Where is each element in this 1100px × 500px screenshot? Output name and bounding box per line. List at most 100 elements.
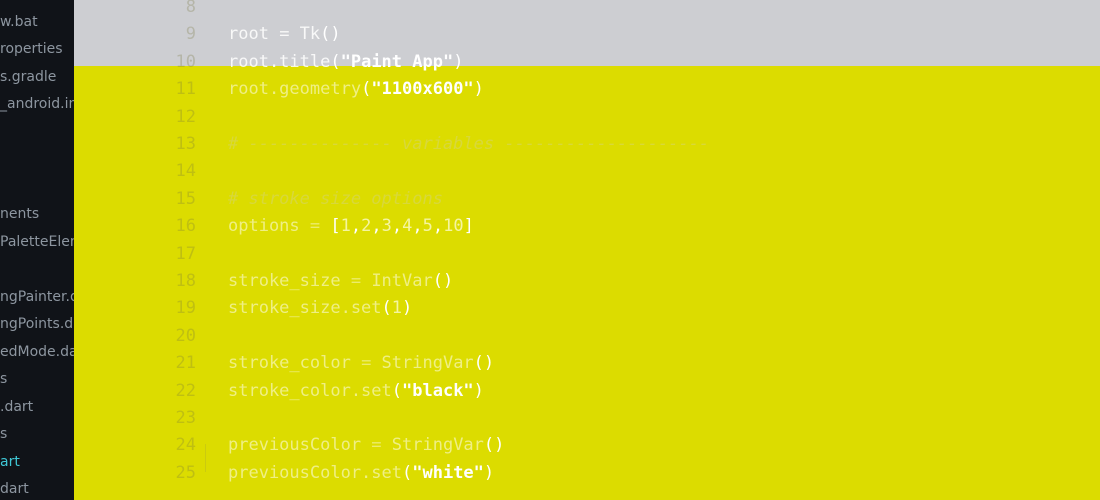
line-number: 25 xyxy=(175,463,196,483)
code-identifier: StringVar xyxy=(381,353,474,373)
sidebar-file-item[interactable]: edMode.dart xyxy=(0,341,74,363)
code-line[interactable]: stroke_color.set("black") xyxy=(228,378,484,405)
code-identifier: root.title xyxy=(228,52,331,72)
line-number: 13 xyxy=(175,134,196,154)
code-line[interactable]: stroke_size = IntVar() xyxy=(228,268,453,295)
line-number: 17 xyxy=(175,244,196,264)
code-operator: = xyxy=(361,435,392,455)
sidebar-file-item[interactable]: w.bat xyxy=(0,11,38,33)
code-punctuation: ( xyxy=(402,463,413,483)
code-line[interactable]: options = [1,2,3,4,5,10] xyxy=(228,213,474,240)
sidebar-file-item[interactable]: roperties xyxy=(0,38,63,60)
line-number: 24 xyxy=(175,435,196,455)
code-punctuation: ) xyxy=(483,463,495,483)
code-punctuation: () xyxy=(432,271,454,291)
file-explorer-sidebar[interactable]: w.bat roperties s.gradle _android.imlnents P… xyxy=(0,0,74,500)
sidebar-file-item[interactable]: nents xyxy=(0,203,39,225)
sidebar-file-item[interactable]: _android.iml xyxy=(0,93,74,115)
code-punctuation: , xyxy=(391,216,403,236)
sidebar-file-item[interactable]: ngPoints.dart xyxy=(0,313,74,335)
code-line[interactable]: previousColor.set("white") xyxy=(228,460,494,487)
code-punctuation: ] xyxy=(463,216,474,236)
line-number: 20 xyxy=(175,326,196,346)
code-line[interactable]: # -------------- variables -------------… xyxy=(228,131,709,158)
code-identifier: root.geometry xyxy=(228,79,362,99)
code-identifier: stroke_color.set xyxy=(228,381,392,401)
sidebar-file-item[interactable]: dart xyxy=(0,478,29,500)
line-number: 15 xyxy=(175,189,196,209)
line-number: 12 xyxy=(175,107,196,127)
code-punctuation: , xyxy=(432,216,444,236)
indent-guide xyxy=(205,444,206,472)
code-punctuation: , xyxy=(350,216,362,236)
line-number: 21 xyxy=(175,353,196,373)
code-number: 5 xyxy=(422,216,433,236)
line-number: 9 xyxy=(185,24,196,44)
line-number: 16 xyxy=(175,216,196,236)
code-line[interactable]: previousColor = StringVar() xyxy=(228,432,504,459)
code-string: "Paint App" xyxy=(340,52,454,72)
code-punctuation: ( xyxy=(330,52,341,72)
code-identifier: root xyxy=(228,24,269,44)
code-punctuation: ) xyxy=(453,52,464,72)
code-string: "black" xyxy=(402,381,474,401)
code-number: 2 xyxy=(361,216,372,236)
line-number: 23 xyxy=(175,408,196,428)
code-punctuation: ( xyxy=(391,381,403,401)
code-punctuation: ) xyxy=(473,381,484,401)
sidebar-file-item[interactable]: s xyxy=(0,423,7,445)
code-comment: # -------------- variables -------------… xyxy=(228,134,710,154)
code-identifier: StringVar xyxy=(391,435,484,455)
code-operator: = xyxy=(350,353,382,373)
line-number: 22 xyxy=(175,381,196,401)
code-punctuation: () xyxy=(483,435,505,455)
code-identifier: stroke_size xyxy=(228,271,341,291)
line-number: 14 xyxy=(175,161,196,181)
code-number: 1 xyxy=(391,298,403,318)
code-identifier: stroke_size.set xyxy=(228,298,382,318)
code-operator: = xyxy=(268,24,300,44)
code-punctuation: ( xyxy=(381,298,392,318)
code-operator: = xyxy=(340,271,372,291)
line-number: 8 xyxy=(185,0,196,17)
code-line[interactable]: stroke_size.set(1) xyxy=(228,295,412,322)
line-number: 19 xyxy=(175,298,196,318)
code-line[interactable]: root = Tk() xyxy=(228,21,341,48)
code-punctuation: ( xyxy=(361,79,372,99)
sidebar-file-item[interactable]: s.gradle xyxy=(0,66,56,88)
code-line[interactable]: # stroke size options xyxy=(228,186,443,213)
sidebar-file-item[interactable]: art xyxy=(0,451,20,473)
code-punctuation: ) xyxy=(402,298,413,318)
code-string: "white" xyxy=(412,463,484,483)
code-number: 4 xyxy=(402,216,413,236)
code-identifier: previousColor.set xyxy=(228,463,402,483)
code-identifier: Tk xyxy=(299,24,321,44)
line-number: 18 xyxy=(175,271,196,291)
code-string: "1100x600" xyxy=(371,79,474,99)
code-number: 1 xyxy=(340,216,351,236)
code-operator: = xyxy=(299,216,331,236)
sidebar-file-item[interactable]: PaletteElem.dart xyxy=(0,231,74,253)
code-identifier: options xyxy=(228,216,300,236)
code-punctuation: () xyxy=(320,24,341,44)
sidebar-file-item[interactable]: .dart xyxy=(0,396,33,418)
code-identifier: previousColor xyxy=(228,435,362,455)
code-punctuation: , xyxy=(412,216,423,236)
code-comment: # stroke size options xyxy=(228,189,443,209)
sidebar-file-item[interactable]: ngPainter.dart xyxy=(0,286,74,308)
code-line[interactable]: root.geometry("1100x600") xyxy=(228,76,484,103)
code-punctuation: ) xyxy=(473,79,484,99)
line-number: 11 xyxy=(175,79,196,99)
code-line[interactable]: root.title("Paint App") xyxy=(228,49,463,76)
line-number: 10 xyxy=(175,52,196,72)
sidebar-file-item[interactable]: s xyxy=(0,368,7,390)
code-punctuation: () xyxy=(473,353,495,373)
code-number: 3 xyxy=(381,216,392,236)
code-line[interactable]: stroke_color = StringVar() xyxy=(228,350,494,377)
code-editor[interactable]: 8 9 10 11 12 13 14 15 16 17 18 19 20 21 22 23 24 25 root … xyxy=(74,0,1100,500)
code-punctuation: , xyxy=(371,216,382,236)
code-number: 10 xyxy=(443,216,464,236)
code-punctuation: [ xyxy=(330,216,341,236)
ide-window: w.bat roperties s.gradle _android.imlnents P… xyxy=(0,0,1100,500)
code-identifier: stroke_color xyxy=(228,353,351,373)
